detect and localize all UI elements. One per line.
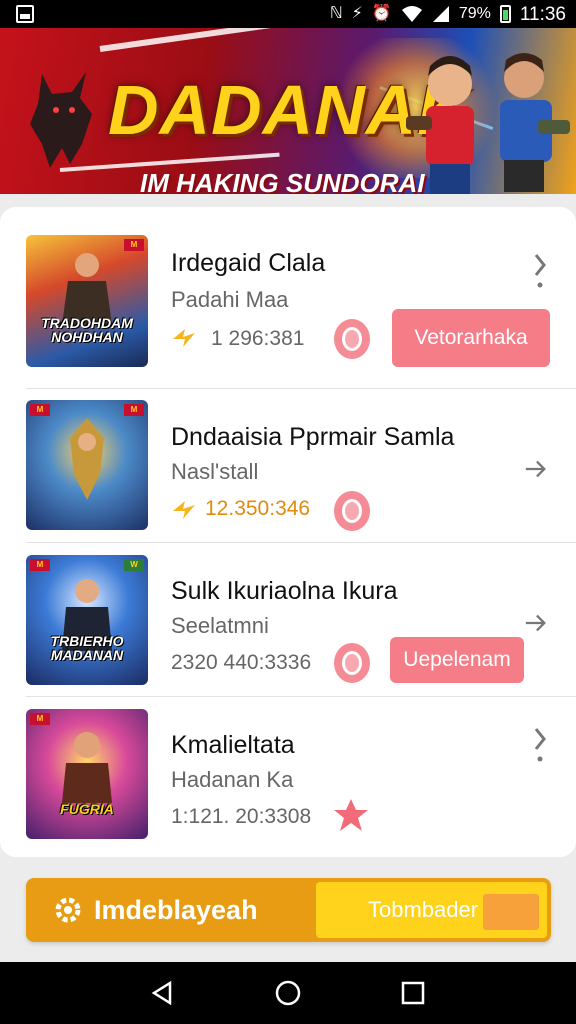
status-bar: ℕ ⚡ ⏰ 79% 11:36 [0, 0, 576, 28]
system-nav-bar [0, 962, 576, 1024]
play-button[interactable]: Vetorarhaka [392, 309, 550, 367]
game-thumbnail: M FUGRIA [26, 709, 148, 839]
game-thumbnail: M W TRBIERHO MADANAN [26, 555, 148, 685]
signal-icon [432, 6, 449, 22]
notification-icon [16, 5, 34, 23]
thumb-caption: TRADOHDAM NOHDHAN [41, 314, 133, 346]
arrow-right-icon[interactable] [524, 449, 548, 489]
home-button[interactable] [268, 973, 308, 1013]
hero-teen-illustration [478, 42, 576, 192]
game-stat: 1:121. 20:3308 [171, 805, 312, 828]
game-stat: 12.350:346 [205, 497, 311, 520]
thumb-hero-icon [62, 253, 112, 325]
game-stat: 1 296:381 [211, 327, 305, 350]
thumb-badge: M [30, 559, 50, 571]
banner-subtitle: IM HAKING SUNDORAI [140, 168, 425, 194]
thumb-badge: M [30, 404, 50, 416]
favorite-icon[interactable] [334, 319, 370, 359]
primary-action-label: Imdeblayeah [94, 894, 258, 925]
thumb-hero-icon [70, 418, 104, 500]
game-thumbnail: M M [26, 400, 148, 530]
favorite-icon[interactable] [334, 643, 370, 683]
gear-icon [55, 897, 81, 923]
game-title: Kmalieltata [171, 731, 295, 759]
game-title: Dndaaisia Pprmair Samla [171, 423, 455, 451]
battery-percent: 79% [458, 5, 491, 22]
promo-banner[interactable]: DADANAK IM HAKING SUNDORAI [0, 28, 576, 194]
list-item[interactable]: M FUGRIA Kmalieltata Hadanan Ka 1:121. 2… [0, 697, 576, 851]
alarm-icon: ⏰ [371, 5, 392, 22]
goat-creature-icon [30, 72, 92, 168]
game-subtitle: Padahi Maa [171, 287, 289, 312]
rating-icon [173, 329, 195, 347]
status-left [16, 5, 34, 23]
thumb-caption: FUGRIA [60, 801, 114, 818]
more-vert-icon[interactable] [528, 251, 552, 291]
nfc-icon: ℕ [329, 5, 343, 22]
play-button[interactable]: Uepelenam [390, 637, 524, 683]
list-item[interactable]: M TRADOHDAM NOHDHAN Irdegaid Clala Padah… [0, 227, 576, 389]
favorite-icon[interactable] [334, 491, 370, 531]
game-title: Sulk Ikuriaolna Ikura [171, 577, 398, 605]
vibrate-icon: ⚡ [351, 5, 363, 22]
game-subtitle: Seelatmni [171, 613, 269, 638]
wifi-icon [401, 6, 422, 22]
secondary-action-button[interactable]: Tobmbader [316, 882, 547, 938]
bottom-action-bar: Imdeblayeah Tobmbader [26, 878, 551, 942]
recents-icon [402, 981, 425, 1005]
game-subtitle: Hadanan Ka [171, 767, 294, 792]
back-button[interactable] [143, 973, 183, 1013]
thumb-caption: TRBIERHO MADANAN [50, 632, 124, 664]
more-vert-icon[interactable] [528, 725, 552, 765]
thumb-hero-icon [62, 732, 112, 803]
thumb-badge: M [124, 239, 144, 251]
game-list: M TRADOHDAM NOHDHAN Irdegaid Clala Padah… [0, 207, 576, 857]
primary-action-button[interactable]: Imdeblayeah [26, 878, 316, 942]
rating-icon [173, 501, 195, 519]
game-subtitle: Nasl'stall [171, 459, 259, 484]
battery-icon [499, 5, 511, 23]
status-right: ℕ ⚡ ⏰ 79% 11:36 [330, 5, 566, 24]
arrow-right-icon[interactable] [524, 603, 548, 643]
banner-ray [99, 28, 358, 52]
home-icon [275, 980, 301, 1006]
tag-icon [483, 894, 539, 930]
thumb-badge: M [30, 713, 50, 725]
list-item[interactable]: M W TRBIERHO MADANAN Sulk Ikuriaolna Iku… [0, 543, 576, 697]
secondary-action-label: Tobmbader [368, 897, 479, 922]
back-icon [151, 980, 171, 1006]
game-title: Irdegaid Clala [171, 249, 326, 277]
list-item[interactable]: M M Dndaaisia Pprmair Samla Nasl'stall 1… [0, 389, 576, 543]
recents-button[interactable] [393, 973, 433, 1013]
thumb-badge: M [124, 404, 144, 416]
clock: 11:36 [519, 3, 566, 25]
thumb-badge: W [124, 559, 144, 571]
star-icon[interactable] [332, 797, 370, 833]
game-stat: 2320 440:3336 [171, 651, 312, 674]
game-thumbnail: M TRADOHDAM NOHDHAN [26, 235, 148, 367]
